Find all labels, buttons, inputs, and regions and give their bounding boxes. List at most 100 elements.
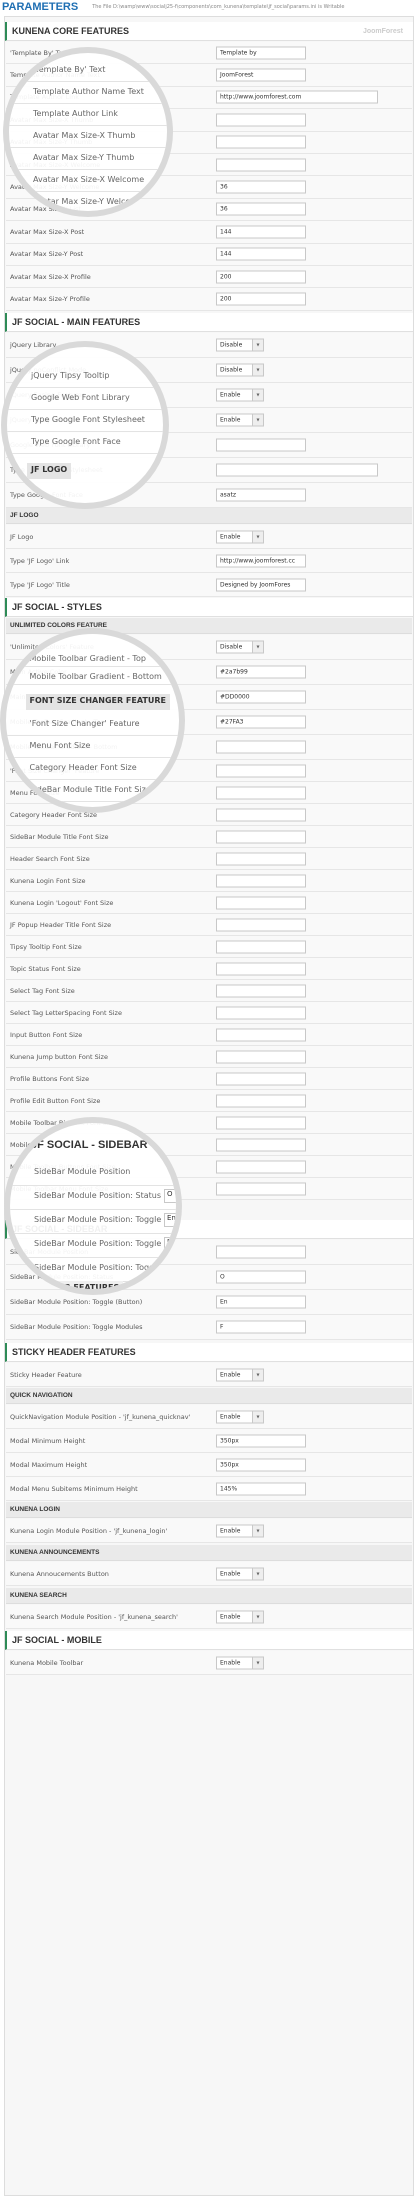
chevron-down-icon: ▾ [252,414,263,426]
param-input[interactable] [216,918,306,931]
param-input[interactable]: 144 [216,225,306,239]
param-select[interactable]: Disable ▾ [216,338,264,352]
param-row: SideBar Module Position: Toggle (Button)… [6,1290,412,1315]
select-value: Enable [220,1527,241,1534]
param-input[interactable]: 200 [216,292,306,306]
param-control: #27FA3 [216,715,306,729]
param-select[interactable]: Enable ▾ [216,388,264,402]
param-row: Kunena Jump button Font Size [6,1046,412,1068]
magnified-label: Mobile Toolbar Gradient - Top [29,653,146,663]
joomforest-logo: JoomForest [362,27,403,35]
param-input[interactable] [216,135,306,149]
param-select[interactable]: Enable ▾ [216,1610,264,1623]
param-select[interactable]: Enable ▾ [216,1567,264,1580]
magnified-divider [9,103,167,104]
param-select[interactable]: Disable ▾ [216,640,264,654]
param-input[interactable] [216,1116,306,1129]
param-input[interactable]: http://www.joomforest.com [216,90,378,104]
param-input[interactable]: Designed by JoomFores [216,578,306,591]
param-row: JF Popup Header Title Font Size [6,914,412,936]
magnifier-circle: jQuery Tipsy Tooltip Google Web Font Libr… [1,341,169,509]
param-input[interactable] [216,786,306,799]
param-select[interactable]: Enable ▾ [216,1410,264,1423]
param-select[interactable]: Enable ▾ [216,413,264,427]
param-input[interactable] [216,740,306,754]
magnified-label: SideBar Module Position: Toggle (Button) [34,1215,182,1224]
param-input[interactable]: 350px [216,1434,306,1447]
param-input[interactable]: Template by [216,46,306,60]
param-input[interactable]: 36 [216,180,306,194]
param-input[interactable] [216,874,306,887]
param-input[interactable] [216,1028,306,1041]
param-input[interactable] [216,463,378,477]
param-input[interactable]: 200 [216,270,306,284]
param-input[interactable] [216,1050,306,1063]
param-input[interactable] [216,438,306,452]
param-input[interactable] [216,852,306,865]
param-input[interactable] [216,830,306,843]
param-input[interactable] [216,1182,306,1195]
param-label: SideBar Module Position: Toggle (Button) [10,1298,143,1306]
param-input[interactable]: 36 [216,202,306,216]
section-title: JF SOCIAL - MOBILE [12,1635,102,1645]
param-input[interactable] [216,1138,306,1151]
param-control: En [216,1295,306,1309]
magnifier-circle: Mobile Toolbar Gradient - Top Mobile Tool… [0,627,185,813]
select-value: Enable [220,1371,241,1378]
param-row: Profile Edit Button Font Size [6,1090,412,1112]
param-control [216,918,306,931]
param-label: Avatar Max Size-X Post [10,227,85,236]
magnified-control[interactable]: En [164,1213,176,1227]
param-row: Avatar Max Size-X Profile 200 [6,266,412,289]
param-input[interactable] [216,940,306,953]
param-select[interactable]: Enable ▾ [216,1368,264,1381]
param-input[interactable]: #27FA3 [216,715,306,729]
magnified-divider [5,734,179,736]
param-input[interactable]: http://www.joomforest.cc [216,554,306,567]
param-input[interactable]: asatz [216,488,306,502]
param-control: 350px [216,1458,306,1471]
param-input[interactable] [216,1072,306,1085]
param-input[interactable] [216,1245,306,1259]
param-input[interactable]: JoomForest [216,68,306,82]
param-input[interactable] [216,764,306,777]
param-input[interactable] [216,1006,306,1019]
param-input[interactable] [216,1094,306,1107]
param-input[interactable] [216,113,306,127]
param-input[interactable]: 145% [216,1482,306,1495]
param-input[interactable] [216,808,306,821]
param-control [216,1160,306,1173]
param-select[interactable]: Enable ▾ [216,530,264,543]
magnified-label: Template Author Link [33,109,118,118]
param-label: Kunena Login Font Size [10,876,86,885]
param-select[interactable]: Enable ▾ [216,1524,264,1537]
magnified-control[interactable]: O [164,1189,176,1203]
param-select[interactable]: Enable ▾ [216,1656,264,1669]
param-input[interactable] [216,1160,306,1173]
param-input[interactable]: 144 [216,247,306,261]
param-input[interactable] [216,962,306,975]
section-header-sticky: STICKY HEADER FEATURES [5,1343,413,1362]
param-input[interactable]: O [216,1270,306,1284]
param-input[interactable]: En [216,1295,306,1309]
param-label: Type 'JF Logo' Link [10,556,70,565]
param-input[interactable]: 350px [216,1458,306,1471]
param-input[interactable] [216,158,306,172]
param-label: Select Tag Font Size [10,986,75,995]
param-select[interactable]: Disable ▾ [216,363,264,377]
param-row: Sticky Header Feature Enable ▾ [6,1363,412,1387]
param-control: #DD0000 [216,690,306,704]
param-label: Profile Buttons Font Size [10,1074,90,1083]
param-label: Avatar Max Size-X Profile [10,272,91,281]
param-input[interactable]: #2a7b99 [216,665,306,679]
param-control [216,962,306,975]
magnified-label: Avatar Max Size-X Welcome [33,175,145,184]
magnifier-circle: 'Template By' Text Template Author Name T… [3,47,173,217]
param-input[interactable] [216,984,306,997]
param-input[interactable]: F [216,1320,306,1334]
param-input[interactable] [216,896,306,909]
param-label: SideBar Module Position: Toggle Modules [10,1323,143,1331]
param-input[interactable]: #DD0000 [216,690,306,704]
magnified-label: SideBar Module Position: Status [34,1191,162,1200]
magnifier-circle: JF SOCIAL - SIDEBAR SideBar Module Positi… [4,1117,182,1295]
